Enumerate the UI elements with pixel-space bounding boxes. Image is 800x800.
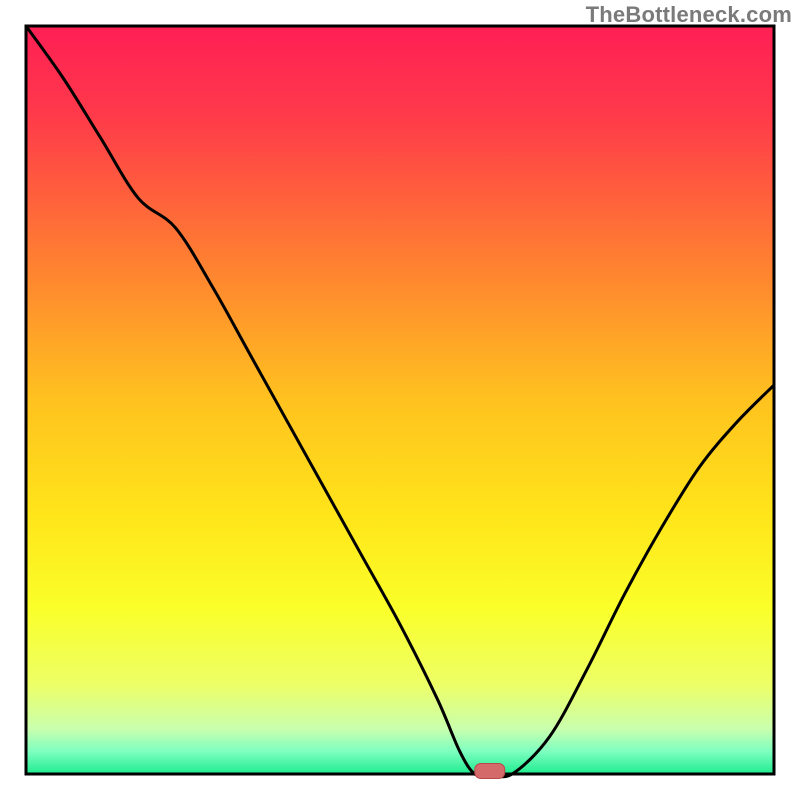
plot-area [26, 26, 774, 778]
gradient-background [26, 26, 774, 774]
optimal-marker [475, 764, 505, 779]
watermark-text: TheBottleneck.com [586, 2, 792, 28]
chart-container: TheBottleneck.com [0, 0, 800, 800]
bottleneck-chart [0, 0, 800, 800]
